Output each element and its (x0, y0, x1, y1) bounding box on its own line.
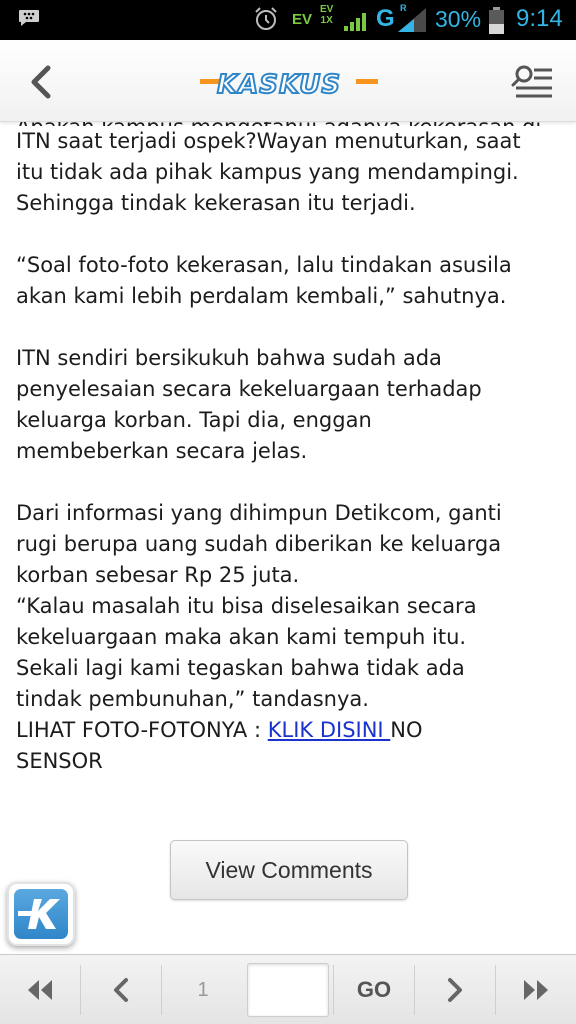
article-paragraph: Dari informasi yang dihimpun Detikcom, g… (16, 501, 502, 711)
battery-percent: 30% (435, 6, 482, 32)
ev-1x-top: EV (320, 4, 334, 15)
ev-indicator: EV (292, 11, 313, 28)
current-page-label: 1 (162, 955, 244, 1024)
cell-signal-icon (398, 8, 426, 32)
bbm-notification-icon (19, 10, 39, 26)
kaskus-floating-button[interactable] (7, 882, 75, 946)
go-button[interactable]: GO (334, 955, 414, 1024)
article-paragraph: “Soal foto-foto kekerasan, lalu tindakan… (16, 253, 512, 308)
ev-1x-bottom: 1X (320, 15, 333, 26)
photo-link-line: LIHAT FOTO-FOTONYA : KLIK DISINI NO SENS… (16, 715, 568, 772)
back-button[interactable] (24, 62, 60, 102)
photo-link-prefix: LIHAT FOTO-FOTONYA : (16, 718, 268, 742)
alarm-icon (255, 7, 277, 30)
battery-icon (489, 7, 504, 34)
kaskus-k-icon (14, 889, 68, 939)
article-paragraph: ITN saat terjadi ospek?Wayan menuturkan,… (16, 129, 521, 215)
app-header: KASKUS (0, 40, 576, 122)
kaskus-logo-text: KASKUS (217, 70, 341, 98)
double-chevron-right-icon (524, 980, 548, 1000)
clock: 9:14 (516, 5, 563, 32)
next-page-button[interactable] (415, 955, 495, 1024)
search-list-menu-button[interactable] (508, 62, 556, 102)
ev-1x-indicator: EV 1X (320, 4, 333, 26)
pagination-bar: 1 GO (0, 954, 576, 1024)
click-here-link[interactable]: KLIK DISINI (268, 718, 391, 742)
last-page-button[interactable] (496, 955, 576, 1024)
network-type: G (376, 5, 395, 32)
double-chevron-left-icon (28, 980, 52, 1000)
status-bar: EV EV 1X G R 30% 9:14 (0, 0, 576, 40)
article-paragraph: ITN sendiri bersikukuh bahwa sudah ada p… (16, 346, 482, 463)
page-number: 1 (197, 978, 209, 1001)
kaskus-logo[interactable]: KASKUS (200, 66, 378, 98)
page-number-input[interactable] (247, 963, 329, 1017)
first-page-button[interactable] (0, 955, 80, 1024)
prev-page-button[interactable] (81, 955, 161, 1024)
go-label: GO (356, 977, 392, 1002)
signal-icon (344, 13, 366, 31)
article-body: Apakah kampus mengetahui adanya kekerasa… (16, 112, 568, 772)
chevron-right-icon (448, 978, 462, 1002)
view-comments-button[interactable]: View Comments (170, 840, 408, 900)
chevron-left-icon (114, 978, 128, 1002)
